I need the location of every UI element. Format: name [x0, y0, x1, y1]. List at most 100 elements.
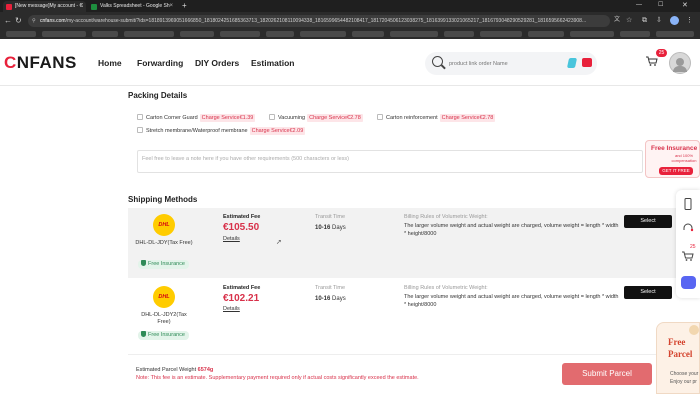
carrier-name: DHL-DL-JDY(Tax Free)	[135, 240, 193, 246]
bookmark-item[interactable]	[124, 31, 174, 37]
billing-rules-title: Billing Rules of Volumetric Weight:	[404, 214, 488, 220]
promo2-text-line2: Enjoy our pr	[670, 379, 697, 385]
image-search-icon[interactable]	[566, 58, 578, 68]
camera-search-icon[interactable]	[582, 58, 592, 67]
sidebar-cart-badge: 25	[690, 244, 696, 250]
details-link[interactable]: Details	[223, 236, 240, 242]
billing-rules-text: The larger volume weight and actual weig…	[404, 294, 619, 308]
packing-option-vacuuming[interactable]: Vacuuming Charge Service€2.78	[269, 114, 363, 122]
estimated-fee-label: Estimated Fee	[223, 214, 261, 220]
window-minimize-icon[interactable]: —	[636, 0, 642, 11]
free-insurance-badge: Free Insurance	[138, 260, 189, 269]
packing-option-carton-reinforcement[interactable]: Carton reinforcement Charge Service€2.78	[377, 114, 496, 122]
nav-home[interactable]: Home	[98, 58, 122, 68]
packing-details-title: Packing Details	[128, 91, 188, 100]
url-path: /my-account/warehouse-submit/?ids=181891…	[65, 18, 587, 24]
bookmark-item[interactable]	[390, 31, 438, 37]
window-close-icon[interactable]: ✕	[682, 0, 688, 11]
checkbox[interactable]	[137, 127, 143, 133]
url-host: cnfans.com	[40, 18, 66, 24]
free-insurance-promo[interactable]: Free Insurance and 100% compensation GET…	[645, 140, 700, 178]
bookmark-item[interactable]	[352, 31, 384, 37]
shipping-methods-title: Shipping Methods	[128, 195, 198, 204]
search-input[interactable]	[449, 57, 559, 70]
cart-count-badge: 25	[656, 49, 667, 57]
transit-time-label: Transit Time	[315, 285, 346, 291]
submit-parcel-button[interactable]: Submit Parcel	[562, 363, 652, 385]
bookmark-item[interactable]	[656, 31, 694, 37]
avatar[interactable]	[669, 52, 691, 74]
bookmark-item[interactable]	[42, 31, 86, 37]
checkbox[interactable]	[269, 114, 275, 120]
bookmark-item[interactable]	[444, 31, 474, 37]
estimated-fee-value: €105.50	[223, 222, 260, 233]
nav-forwarding[interactable]: Forwarding	[137, 58, 183, 68]
bookmark-item[interactable]	[480, 31, 522, 37]
downloads-icon[interactable]: ⇩	[656, 15, 662, 26]
select-button[interactable]: Select	[624, 215, 672, 228]
avatar-figure-icon	[676, 58, 684, 66]
back-icon[interactable]: ←	[4, 15, 12, 26]
bookmark-item[interactable]	[570, 31, 614, 37]
search-bar	[425, 52, 597, 75]
browser-menu-icon[interactable]: ⋮	[686, 15, 693, 26]
site-header: CNFANS Home Forwarding DIY Orders Estima…	[0, 40, 700, 86]
browser-tab-spreadsheet[interactable]: Valks Spreadsheet - Google Sh ×	[88, 1, 176, 12]
promo2-close-icon[interactable]	[689, 325, 699, 335]
checkbox[interactable]	[377, 114, 383, 120]
checkbox[interactable]	[137, 114, 143, 120]
browser-toolbar: ← ↻ ⚲ cnfans.com/my-account/warehouse-su…	[0, 12, 700, 29]
transit-time-value: 10-16 Days	[315, 225, 346, 231]
translate-icon[interactable]: 文	[614, 15, 620, 26]
extensions-icon[interactable]: ⧉	[642, 15, 647, 26]
reload-icon[interactable]: ↻	[15, 15, 22, 26]
bookmark-star-icon[interactable]: ☆	[626, 15, 632, 26]
carrier-name: DHL-DL-JDY2(Tax Free)	[141, 312, 187, 325]
close-tab-icon[interactable]: ×	[79, 1, 83, 12]
shipping-method-card[interactable]: DHL DHL-DL-JDY2(Tax Free) Free Insurance…	[128, 279, 680, 349]
promo-cta-button[interactable]: GET IT FREE	[659, 167, 693, 175]
bookmark-item[interactable]	[92, 31, 118, 37]
bookmark-item[interactable]	[266, 31, 294, 37]
nav-diy-orders[interactable]: DIY Orders	[195, 58, 239, 68]
packing-option-carton-corner-guard[interactable]: Carton Corner Guard Charge Service€1.39	[137, 114, 256, 122]
new-tab-button[interactable]: +	[182, 0, 187, 11]
bookmark-item[interactable]	[300, 31, 346, 37]
free-parcel-promo[interactable]: Free Parcel Choose your Enjoy our pr	[656, 322, 700, 394]
remarks-textarea[interactable]: Feel free to leave a note here if you ha…	[137, 150, 643, 173]
bookmark-item[interactable]	[6, 31, 36, 37]
shipping-method-card[interactable]: DHL DHL-DL-JDY(Tax Free) Free Insurance …	[128, 208, 680, 278]
address-bar[interactable]: ⚲ cnfans.com/my-account/warehouse-submit…	[28, 15, 610, 27]
search-icon[interactable]	[432, 56, 443, 67]
tab-label: Valks Spreadsheet - Google Sh	[100, 3, 170, 9]
estimated-fee-label: Estimated Fee	[223, 285, 261, 291]
close-tab-icon[interactable]: ×	[169, 1, 173, 12]
details-link[interactable]: Details	[223, 306, 240, 312]
nav-estimation[interactable]: Estimation	[251, 58, 294, 68]
select-button[interactable]: Select	[624, 286, 672, 299]
charge-badge: Charge Service€2.78	[439, 114, 496, 122]
shield-icon	[141, 260, 146, 266]
billing-rules-text: The larger volume weight and actual weig…	[404, 223, 619, 237]
bookmark-item[interactable]	[180, 31, 214, 37]
promo-line: and 100% compensation	[671, 153, 697, 163]
window-maximize-icon[interactable]: ☐	[658, 0, 663, 11]
sidebar-cart-icon[interactable]	[682, 250, 694, 262]
packing-option-stretch-membrane[interactable]: Stretch membrane/Waterproof membrane Char…	[137, 127, 306, 135]
dhl-logo: DHL	[153, 286, 175, 308]
site-info-icon[interactable]: ⚲	[32, 15, 36, 27]
browser-tab-account[interactable]: [New message]My account - C ×	[3, 1, 86, 12]
bookmark-item[interactable]	[620, 31, 650, 37]
cart-icon[interactable]	[646, 56, 658, 66]
headset-icon[interactable]	[682, 222, 694, 234]
promo2-title-line1: Free	[668, 337, 686, 347]
estimate-note: Note: This fee is an estimate. Supplemen…	[136, 375, 419, 381]
bookmark-item[interactable]	[220, 31, 260, 37]
profile-icon[interactable]	[670, 16, 679, 25]
mouse-cursor-icon: ➚	[276, 239, 282, 246]
phone-icon[interactable]	[682, 198, 694, 210]
cnfans-logo[interactable]: CNFANS	[4, 53, 77, 73]
billing-rules-title: Billing Rules of Volumetric Weight:	[404, 285, 488, 291]
bookmark-item[interactable]	[528, 31, 564, 37]
discord-icon[interactable]	[681, 276, 696, 289]
